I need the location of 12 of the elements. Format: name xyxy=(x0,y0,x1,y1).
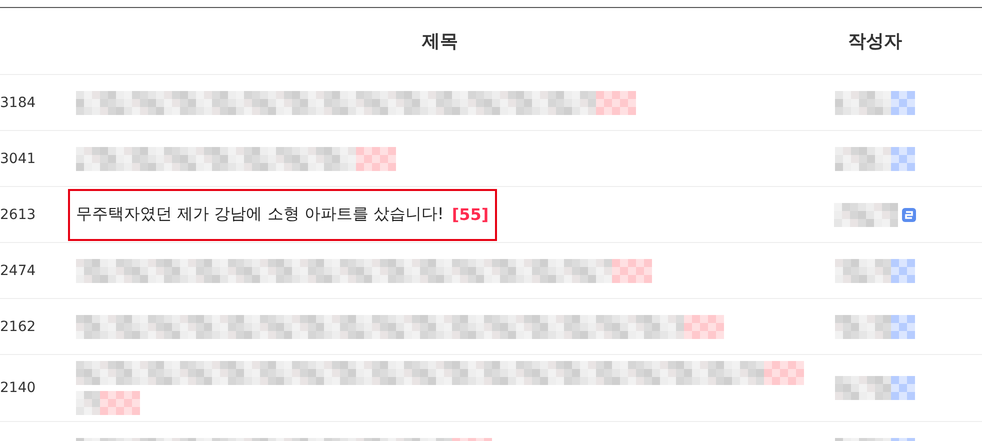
post-number: 2140 xyxy=(0,380,36,396)
column-header: 작성자 xyxy=(848,30,902,53)
post-number: 2162 xyxy=(0,318,36,334)
post-number: 3184 xyxy=(0,94,36,110)
comment-count: [55] xyxy=(452,205,489,224)
column-header: 제목 xyxy=(422,30,458,53)
level-badge-icon xyxy=(902,208,916,222)
post-number: 3041 xyxy=(0,150,36,166)
post-number: 2474 xyxy=(0,262,36,278)
post-title[interactable]: 무주택자였던 제가 강남에 소형 아파트를 샀습니다! xyxy=(76,204,444,225)
post-number: 2613 xyxy=(0,206,36,222)
blurred-text-drawing xyxy=(834,202,898,226)
